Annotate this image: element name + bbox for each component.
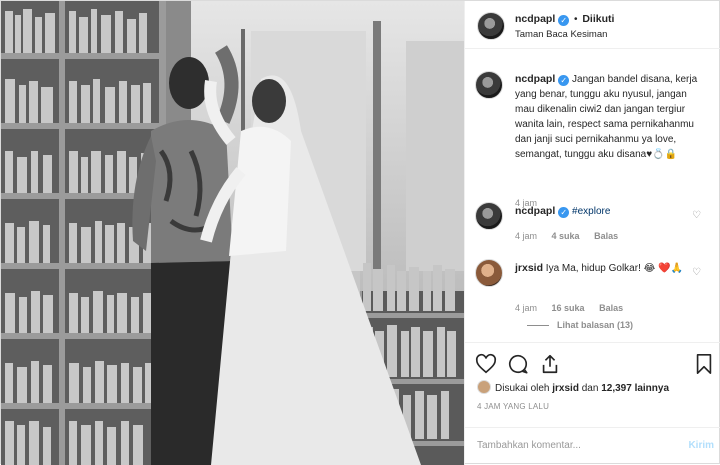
wedding-photo-illustration bbox=[1, 1, 464, 465]
follow-status-button[interactable]: Diikuti bbox=[582, 13, 614, 25]
comment-meta: 4 jam 4 suka Balas bbox=[515, 231, 630, 241]
header-user-row: ncdpapl ✓ • Diikuti bbox=[515, 13, 614, 26]
comment-username[interactable]: ncdpapl bbox=[515, 205, 555, 217]
view-replies-button[interactable]: Lihat balasan (13) bbox=[527, 320, 633, 330]
like-comment-icon[interactable]: ♡ bbox=[692, 210, 701, 221]
comment-username[interactable]: jrxsid bbox=[515, 262, 543, 274]
like-comment-icon[interactable]: ♡ bbox=[692, 267, 701, 278]
comment-text: Iya Ma, hidup Golkar! 😂 ❤️🙏 bbox=[545, 263, 683, 274]
avatar[interactable] bbox=[475, 71, 503, 99]
comment-body: jrxsid Iya Ma, hidup Golkar! 😂 ❤️🙏 bbox=[515, 261, 705, 276]
view-replies-label: Lihat balasan (13) bbox=[557, 320, 634, 330]
reply-button[interactable]: Balas bbox=[594, 231, 618, 241]
comment-time[interactable]: 4 jam bbox=[515, 303, 537, 313]
add-comment-bar: Tambahkan komentar... Kirim bbox=[465, 427, 720, 465]
avatar[interactable] bbox=[477, 380, 491, 394]
hashtag-link[interactable]: #explore bbox=[572, 206, 610, 217]
heart-icon[interactable] bbox=[475, 353, 497, 375]
verified-icon: ✓ bbox=[558, 15, 570, 26]
post-actions: Disukai oleh jrxsid dan 12,397 lainnya 4… bbox=[465, 342, 720, 427]
share-icon[interactable] bbox=[539, 353, 561, 375]
comment-icon[interactable] bbox=[507, 353, 529, 375]
comment-input[interactable]: Tambahkan komentar... bbox=[477, 440, 581, 451]
avatar[interactable] bbox=[475, 259, 503, 287]
comment-time[interactable]: 4 jam bbox=[515, 231, 537, 241]
liked-by-and: dan bbox=[581, 383, 599, 394]
liked-by: Disukai oleh jrxsid dan 12,397 lainnya bbox=[477, 380, 669, 394]
comments-list[interactable]: ncdpapl ✓ Jangan bandel disana, kerja yan… bbox=[465, 59, 720, 342]
liked-by-prefix: Disukai oleh bbox=[495, 383, 550, 394]
avatar[interactable] bbox=[475, 202, 503, 230]
post-time[interactable]: 4 JAM YANG LALU bbox=[477, 402, 549, 411]
location-link[interactable]: Taman Baca Kesiman bbox=[515, 29, 607, 40]
liked-by-user[interactable]: jrxsid bbox=[552, 383, 579, 394]
caption-body: ncdpapl ✓ Jangan bandel disana, kerja yan… bbox=[515, 72, 705, 162]
header-username[interactable]: ncdpapl bbox=[515, 13, 555, 25]
comment-likes[interactable]: 4 suka bbox=[552, 231, 580, 241]
send-button[interactable]: Kirim bbox=[688, 440, 714, 451]
replies-divider bbox=[527, 325, 549, 327]
avatar[interactable] bbox=[477, 12, 505, 40]
bookmark-icon[interactable] bbox=[693, 353, 715, 375]
caption-text: Jangan bandel disana, kerja yang benar, … bbox=[515, 74, 698, 160]
separator-dot: • bbox=[574, 14, 578, 25]
comment-meta: 4 jam 16 suka Balas bbox=[515, 303, 635, 313]
verified-icon: ✓ bbox=[558, 75, 570, 86]
post-header: ncdpapl ✓ • Diikuti Taman Baca Kesiman bbox=[465, 1, 720, 49]
post-photo[interactable] bbox=[1, 1, 464, 465]
verified-icon: ✓ bbox=[558, 207, 570, 218]
post-sidebar: ncdpapl ✓ • Diikuti Taman Baca Kesiman nc… bbox=[464, 1, 720, 465]
comment-likes[interactable]: 16 suka bbox=[552, 303, 585, 313]
caption-username[interactable]: ncdpapl bbox=[515, 73, 555, 85]
liked-by-count[interactable]: 12,397 lainnya bbox=[601, 383, 669, 394]
reply-button[interactable]: Balas bbox=[599, 303, 623, 313]
comment-body: ncdpapl ✓ #explore bbox=[515, 204, 705, 219]
instagram-post: ncdpapl ✓ • Diikuti Taman Baca Kesiman nc… bbox=[0, 0, 720, 465]
